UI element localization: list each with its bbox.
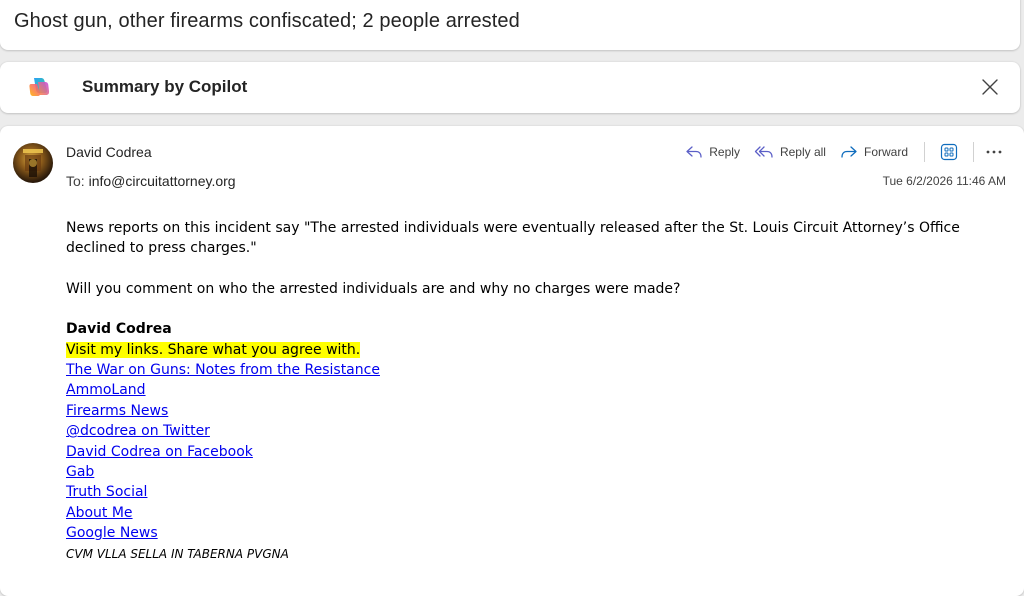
signature-link[interactable]: Firearms News xyxy=(66,401,168,421)
copilot-summary-title[interactable]: Summary by Copilot xyxy=(82,77,247,97)
apps-icon[interactable] xyxy=(937,140,961,164)
forward-button[interactable]: Forward xyxy=(840,145,908,159)
message-timestamp: Tue 6/2/2026 11:46 AM xyxy=(882,174,1006,188)
avatar[interactable] xyxy=(13,143,53,183)
reply-all-label: Reply all xyxy=(779,145,826,159)
signature-link[interactable]: About Me xyxy=(66,503,133,523)
reply-all-icon xyxy=(754,145,774,159)
reply-label: Reply xyxy=(709,145,740,159)
recipient-address[interactable]: info@circuitattorney.org xyxy=(89,173,236,189)
signature-highlight: Visit my links. Share what you agree wit… xyxy=(66,341,361,358)
message-card: David Codrea To: info@circuitattorney.or… xyxy=(0,126,1024,596)
signature-link[interactable]: AmmoLand xyxy=(66,380,146,400)
close-icon[interactable] xyxy=(976,73,1004,101)
copilot-summary-bar[interactable]: Summary by Copilot xyxy=(0,62,1020,113)
reply-all-button[interactable]: Reply all xyxy=(754,145,826,159)
body-paragraph: News reports on this incident say "The a… xyxy=(66,220,960,257)
toolbar-divider xyxy=(924,142,925,162)
sender-name[interactable]: David Codrea xyxy=(66,144,152,160)
reply-icon xyxy=(685,145,703,159)
signature-link[interactable]: Google News xyxy=(66,523,158,543)
recipient-line: To: info@circuitattorney.org xyxy=(66,173,236,189)
to-label: To: xyxy=(66,173,85,189)
signature-name: David Codrea xyxy=(66,321,172,338)
subject-card: Ghost gun, other firearms confiscated; 2… xyxy=(0,0,1020,50)
email-subject: Ghost gun, other firearms confiscated; 2… xyxy=(14,10,520,32)
more-options-icon[interactable] xyxy=(982,140,1006,164)
forward-label: Forward xyxy=(863,145,908,159)
forward-icon xyxy=(840,145,858,159)
signature-link[interactable]: The War on Guns: Notes from the Resistan… xyxy=(66,360,380,380)
signature-link[interactable]: @dcodrea on Twitter xyxy=(66,421,210,441)
toolbar-divider xyxy=(973,142,974,162)
signature-motto: CVM VLLA SELLA IN TABERNA PVGNA xyxy=(66,546,289,561)
signature-link[interactable]: Gab xyxy=(66,462,94,482)
signature-link[interactable]: David Codrea on Facebook xyxy=(66,442,253,462)
reply-button[interactable]: Reply xyxy=(685,145,740,159)
signature-link[interactable]: Truth Social xyxy=(66,482,147,502)
message-actions: Reply Reply all Forward xyxy=(685,140,1006,164)
copilot-logo-icon xyxy=(27,74,53,100)
message-body: News reports on this incident say "The a… xyxy=(66,218,996,564)
body-paragraph: Will you comment on who the arrested ind… xyxy=(66,280,681,297)
